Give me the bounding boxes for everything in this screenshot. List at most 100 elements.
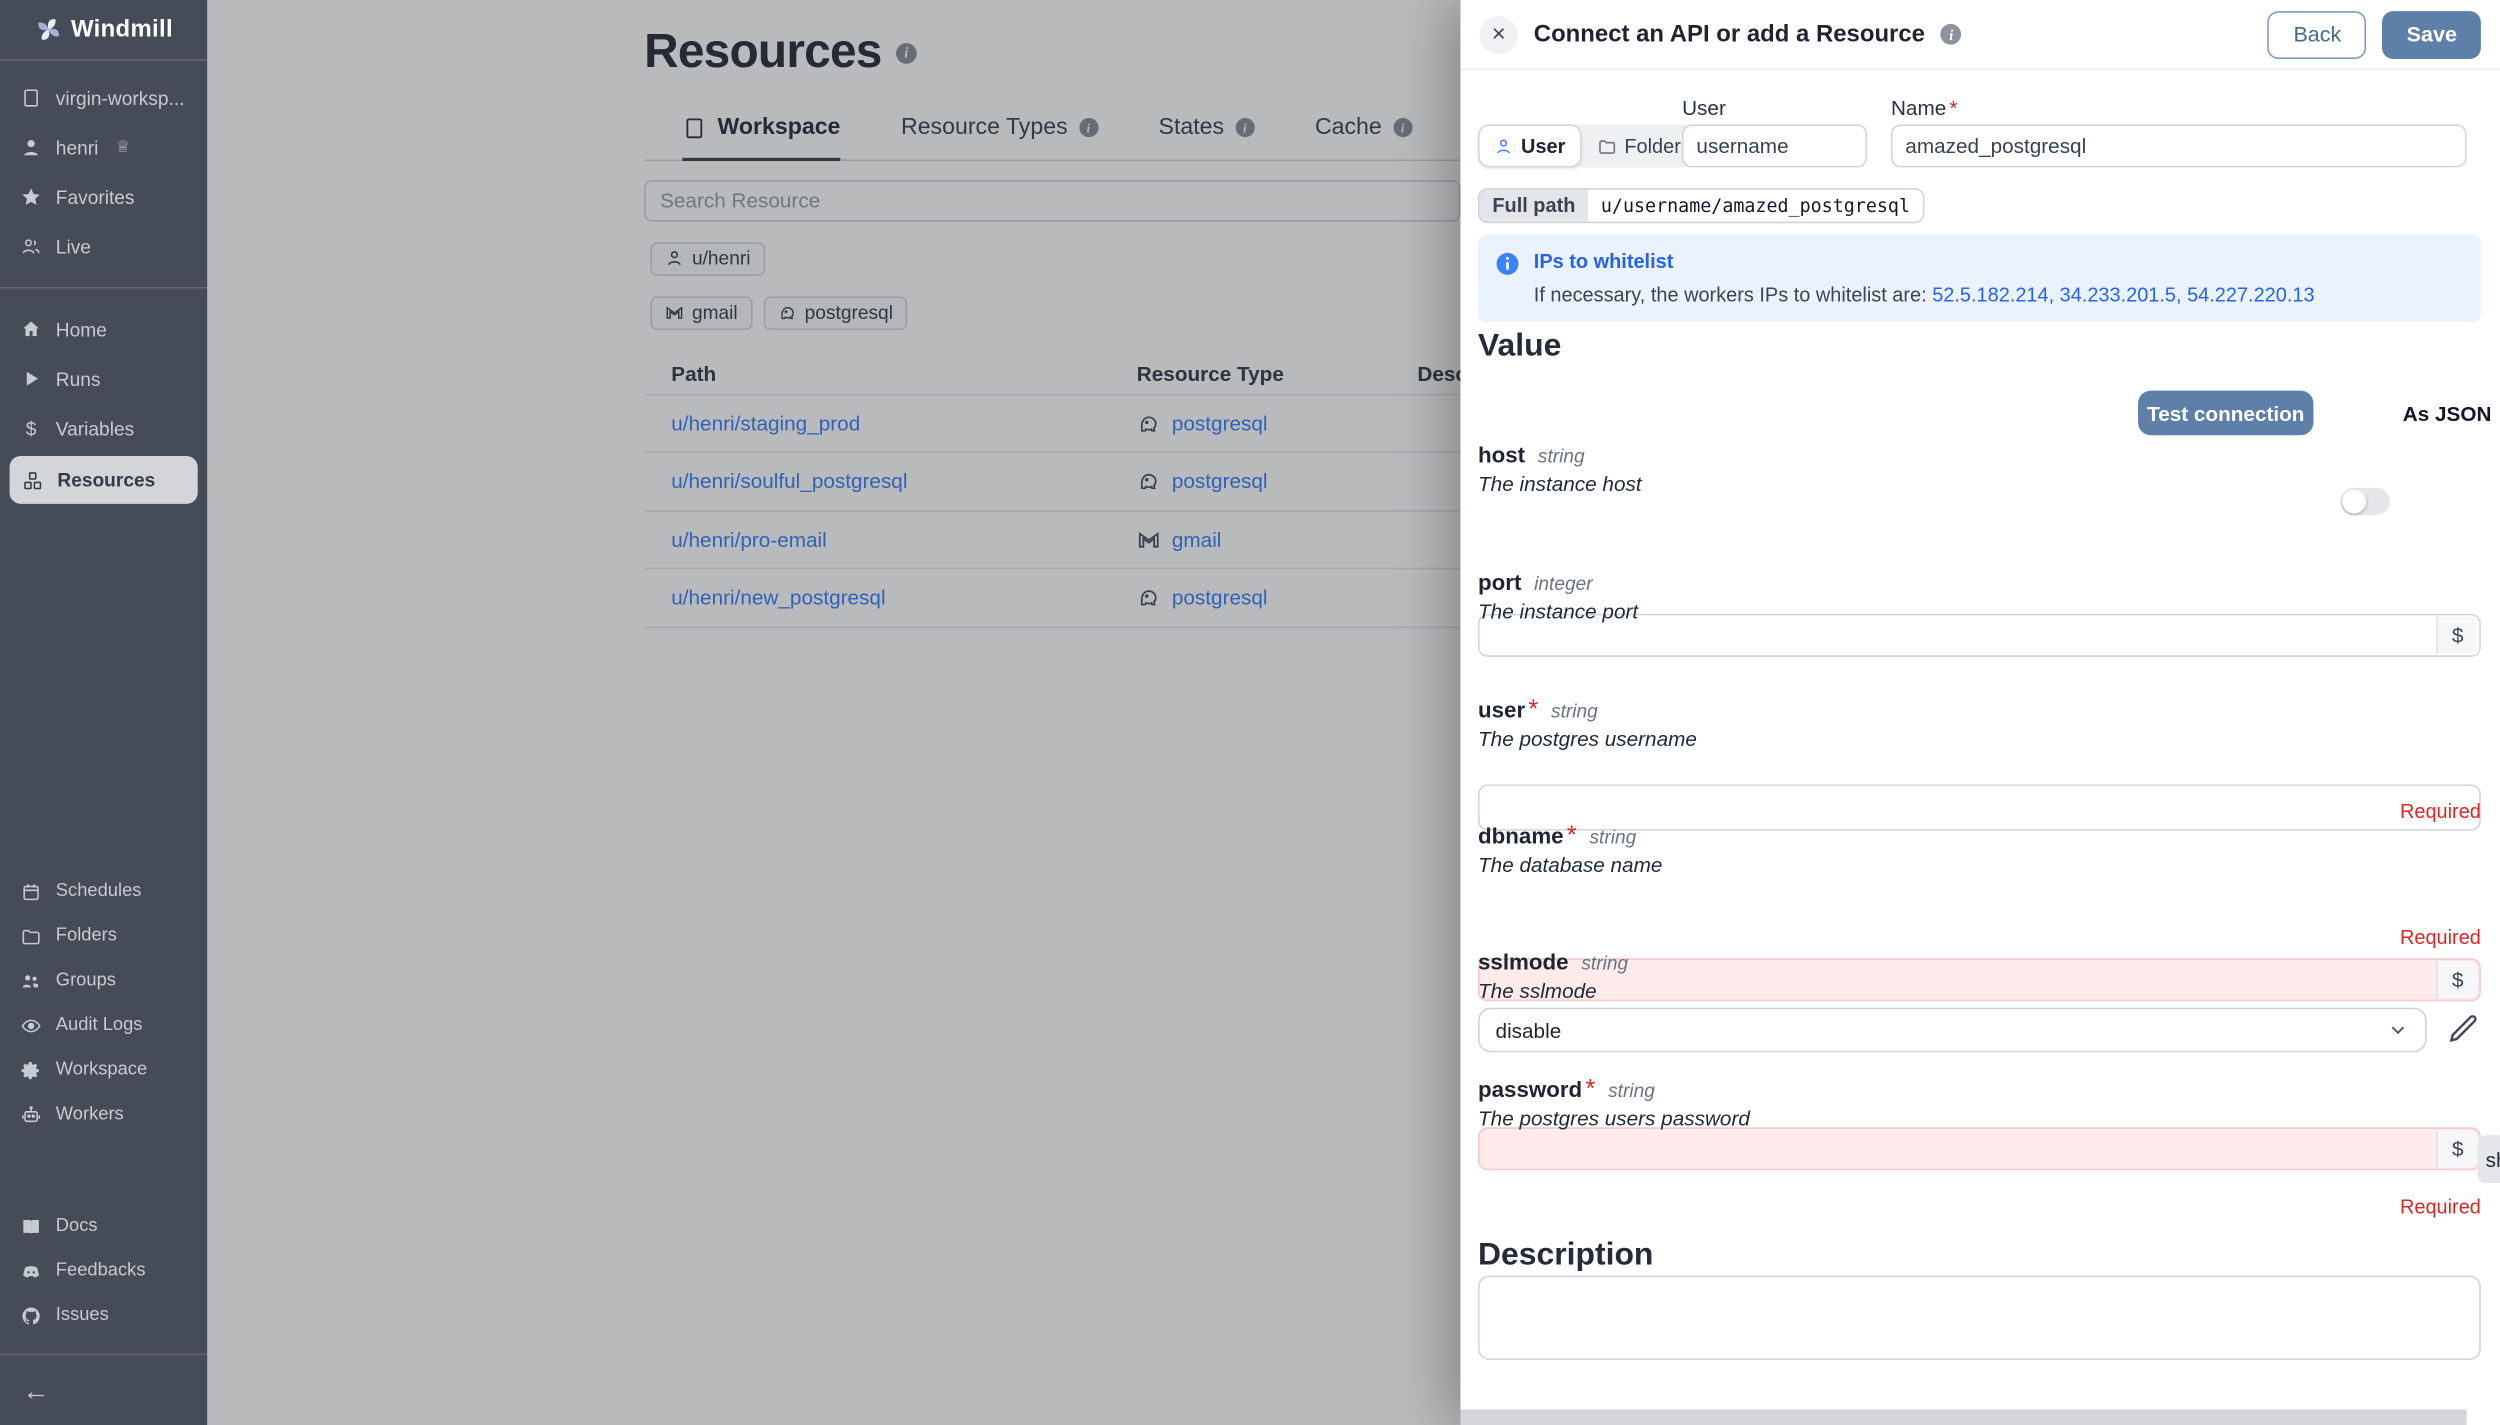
sidebar-item-groups[interactable]: Groups <box>0 958 207 1003</box>
discord-icon <box>23 1265 40 1277</box>
workspace-name: virgin-worksp... <box>55 86 185 110</box>
segment-user[interactable]: User <box>1477 124 1582 168</box>
crown-icon: ♕ <box>115 138 131 157</box>
groups-label: Groups <box>55 970 116 991</box>
variables-label: Variables <box>55 416 135 440</box>
brand-name: Windmill <box>70 15 173 44</box>
field-label-host: host string <box>1477 441 1585 468</box>
owner-kind-segmented-control: User Folder <box>1477 124 1697 168</box>
whitelist-title: IPs to whitelist <box>1533 250 1674 273</box>
audit-logs-label: Audit Logs <box>55 1015 143 1035</box>
resources-label: Resources <box>57 468 156 492</box>
sidebar-item-folders[interactable]: Folders <box>0 914 207 959</box>
sidebar-item-schedules[interactable]: Schedules <box>0 869 207 914</box>
full-path: Full path u/username/amazed_postgresql <box>1477 188 1925 224</box>
sidebar-item-workers[interactable]: Workers <box>0 1092 207 1137</box>
github-icon <box>22 1306 40 1324</box>
gear-icon <box>21 1061 39 1079</box>
users-icon <box>22 239 40 254</box>
username: henri <box>55 136 99 159</box>
field-desc-dbname: The database name <box>1477 852 1663 877</box>
sidebar-item-docs[interactable]: Docs <box>0 1204 207 1249</box>
sidebar-item-audit-logs[interactable]: Audit Logs <box>0 1003 207 1048</box>
back-button[interactable]: Back <box>2267 10 2367 59</box>
info-icon: i <box>1940 23 1962 45</box>
required-asterisk: * <box>1949 95 1958 120</box>
collapse-sidebar-button[interactable]: ← <box>0 1358 207 1425</box>
close-icon[interactable]: × <box>1479 15 1518 54</box>
sidebar-item-workspace-settings[interactable]: Workspace <box>0 1048 207 1093</box>
field-label-sslmode: sslmode string <box>1477 948 1629 975</box>
required-asterisk: * <box>1528 696 1539 724</box>
sidebar-item-variables[interactable]: $ Variables <box>0 403 207 452</box>
full-path-value: u/username/amazed_postgresql <box>1588 189 1923 222</box>
dbname-input[interactable]: $ <box>1477 1127 2481 1171</box>
whitelist-info-box: IPs to whitelist If necessary, the worke… <box>1477 234 2481 323</box>
segment-folder-label: Folder <box>1624 134 1681 158</box>
variable-picker-button[interactable]: $ <box>2436 961 2478 999</box>
field-desc-password: The postgres users password <box>1477 1106 1750 1131</box>
live-label: Live <box>55 235 91 258</box>
resource-name-input[interactable] <box>1890 124 2467 168</box>
description-textarea[interactable] <box>1477 1275 2481 1361</box>
user-group-icon <box>22 974 39 987</box>
brand-logo[interactable]: Windmill <box>0 0 208 61</box>
description-section-heading: Description <box>1477 1237 1654 1273</box>
star-icon <box>22 188 40 205</box>
sidebar-item-issues[interactable]: Issues <box>0 1293 207 1338</box>
field-label-port: port integer <box>1477 569 1593 595</box>
sidebar-item-user[interactable]: henri ♕ <box>0 123 207 172</box>
sidebar-item-feedbacks[interactable]: Feedbacks <box>0 1248 207 1293</box>
sidebar-footer-group: Docs Feedbacks Issues <box>0 1191 207 1350</box>
as-json-toggle[interactable] <box>2340 487 2390 515</box>
sidebar-item-favorites[interactable]: Favorites <box>0 172 207 221</box>
feedbacks-label: Feedbacks <box>55 1261 146 1281</box>
whitelist-ips[interactable]: 52.5.182.214, 34.233.201.5, 54.227.220.1… <box>1932 284 2314 306</box>
as-json-label: As JSON <box>2402 401 2492 426</box>
owner-username-input[interactable] <box>1682 124 1868 168</box>
pencil-icon[interactable] <box>2447 1012 2479 1044</box>
drawer-header: × Connect an API or add a Resource i Bac… <box>1460 0 2500 71</box>
runs-label: Runs <box>55 367 101 390</box>
chevron-down-icon <box>2391 1026 2405 1035</box>
show-password-button[interactable]: sh <box>2477 1135 2500 1184</box>
save-button[interactable]: Save <box>2382 10 2481 59</box>
sidebar-divider <box>0 286 208 289</box>
user-input[interactable]: $ <box>1477 958 2481 1002</box>
sidebar-item-live[interactable]: Live <box>0 222 207 271</box>
test-connection-button[interactable]: Test connection <box>2138 390 2314 436</box>
eye-icon <box>21 1018 41 1032</box>
robot-icon <box>22 1105 41 1122</box>
docs-label: Docs <box>55 1216 98 1236</box>
drawer-title: Connect an API or add a Resource <box>1533 20 1925 48</box>
variable-picker-button[interactable]: $ <box>2436 617 2478 654</box>
app-root: Windmill virgin-worksp... henri ♕ Favori… <box>0 0 2500 1425</box>
info-circle-icon <box>1496 252 1519 275</box>
sidebar-item-workspace-switcher[interactable]: virgin-worksp... <box>0 73 207 122</box>
sslmode-selected-value: disable <box>1495 1018 1562 1042</box>
workspace-settings-label: Workspace <box>55 1060 148 1080</box>
segment-user-label: User <box>1521 134 1566 158</box>
whitelist-text: If necessary, the workers IPs to whiteli… <box>1533 283 2315 307</box>
value-section-heading: Value <box>1477 328 1562 364</box>
sidebar-item-resources[interactable]: Resources <box>9 455 198 504</box>
home-icon <box>23 321 39 337</box>
folders-label: Folders <box>55 926 117 946</box>
sidebar-item-runs[interactable]: Runs <box>0 354 207 403</box>
segment-folder[interactable]: Folder <box>1581 135 1696 157</box>
sidebar-item-home[interactable]: Home <box>0 305 207 354</box>
favorites-label: Favorites <box>55 185 135 209</box>
variable-picker-button[interactable]: $ <box>2436 1130 2478 1168</box>
sidebar-nav-group: Home Runs $ Variables Resources <box>0 292 207 520</box>
arrow-left-icon: ← <box>22 1375 50 1407</box>
workers-label: Workers <box>55 1104 124 1125</box>
schedules-label: Schedules <box>55 881 142 901</box>
folder-icon <box>1598 139 1615 154</box>
dollar-icon: $ <box>25 416 37 440</box>
sslmode-select[interactable]: disable <box>1477 1007 2427 1053</box>
user-input-label: User <box>1682 95 1726 120</box>
horizontal-scrollbar[interactable] <box>1460 1409 2467 1425</box>
name-input-label: Name * <box>1890 95 1958 120</box>
